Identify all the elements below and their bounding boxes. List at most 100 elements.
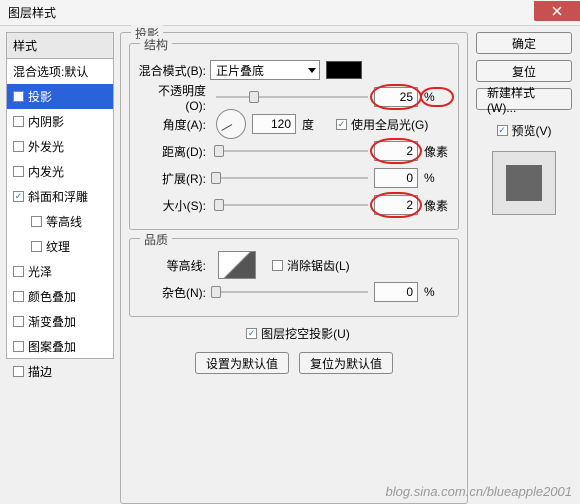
- checkbox-icon: [31, 241, 42, 252]
- preview-checkbox[interactable]: 预览(V): [497, 122, 552, 139]
- checkbox-icon: [272, 260, 283, 271]
- noise-slider[interactable]: [216, 291, 368, 293]
- shadow-color-swatch[interactable]: [326, 61, 362, 79]
- noise-row: 杂色(N): %: [138, 281, 450, 303]
- preview-label: 预览(V): [512, 122, 552, 139]
- distance-label: 距离(D):: [138, 143, 210, 160]
- spread-input[interactable]: [374, 168, 418, 188]
- spread-row: 扩展(R): %: [138, 167, 450, 189]
- size-slider[interactable]: [216, 204, 368, 206]
- styles-list: 混合选项:默认投影内阴影外发光内发光斜面和浮雕等高线纹理光泽颜色叠加渐变叠加图案…: [6, 59, 114, 359]
- spread-slider[interactable]: [216, 177, 368, 179]
- contour-label: 等高线:: [138, 257, 210, 274]
- sidebar-item-11[interactable]: 图案叠加: [7, 334, 113, 359]
- distance-input[interactable]: [374, 141, 418, 161]
- close-button[interactable]: [534, 1, 580, 21]
- sidebar-item-label: 纹理: [46, 238, 70, 255]
- sidebar-item-label: 等高线: [46, 213, 82, 230]
- noise-unit: %: [424, 285, 450, 299]
- drop-shadow-panel: 投影 结构 混合模式(B): 正片叠底 不透明度(O): %: [120, 32, 468, 504]
- distance-unit: 像素: [424, 143, 450, 160]
- structure-fieldset: 结构 混合模式(B): 正片叠底 不透明度(O): % 角度(A: [129, 43, 459, 230]
- sidebar-item-label: 光泽: [28, 263, 52, 280]
- sidebar-item-4[interactable]: 内发光: [7, 159, 113, 184]
- sidebar-item-1[interactable]: 投影: [7, 84, 113, 109]
- sidebar-item-3[interactable]: 外发光: [7, 134, 113, 159]
- size-row: 大小(S): 像素: [138, 194, 450, 216]
- dialog-body: 样式 混合选项:默认投影内阴影外发光内发光斜面和浮雕等高线纹理光泽颜色叠加渐变叠…: [0, 26, 580, 501]
- angle-label: 角度(A):: [138, 116, 210, 133]
- noise-input[interactable]: [374, 282, 418, 302]
- noise-label: 杂色(N):: [138, 284, 210, 301]
- blend-mode-value: 正片叠底: [216, 62, 264, 79]
- new-style-button[interactable]: 新建样式(W)...: [476, 88, 572, 110]
- checkbox-icon: [13, 141, 24, 152]
- knockout-checkbox[interactable]: 图层挖空投影(U): [246, 325, 350, 342]
- checkbox-icon: [13, 316, 24, 327]
- sidebar-item-8[interactable]: 光泽: [7, 259, 113, 284]
- chevron-down-icon: [308, 68, 316, 73]
- checkbox-icon: [336, 119, 347, 130]
- opacity-row: 不透明度(O): %: [138, 86, 450, 108]
- antialias-label: 消除锯齿(L): [287, 257, 350, 274]
- checkbox-icon: [13, 191, 24, 202]
- checkbox-icon: [13, 291, 24, 302]
- watermark: blog.sina.com.cn/blueapple2001: [386, 484, 572, 499]
- distance-row: 距离(D): 像素: [138, 140, 450, 162]
- structure-title: 结构: [140, 36, 172, 53]
- angle-dial[interactable]: [216, 109, 246, 139]
- sidebar-item-7[interactable]: 纹理: [7, 234, 113, 259]
- sidebar-item-label: 描边: [28, 363, 52, 380]
- reset-button[interactable]: 复位: [476, 60, 572, 82]
- contour-row: 等高线: 消除锯齿(L): [138, 254, 450, 276]
- opacity-unit: %: [424, 90, 450, 104]
- sidebar-item-10[interactable]: 渐变叠加: [7, 309, 113, 334]
- sidebar-item-0[interactable]: 混合选项:默认: [7, 59, 113, 84]
- antialias-checkbox[interactable]: 消除锯齿(L): [272, 257, 350, 274]
- checkbox-icon: [13, 341, 24, 352]
- sidebar-item-9[interactable]: 颜色叠加: [7, 284, 113, 309]
- blend-mode-select[interactable]: 正片叠底: [210, 60, 320, 80]
- checkbox-icon: [31, 216, 42, 227]
- checkbox-icon: [13, 166, 24, 177]
- opacity-slider[interactable]: [216, 96, 368, 98]
- checkbox-icon: [246, 328, 257, 339]
- global-light-label: 使用全局光(G): [351, 116, 428, 133]
- preview-box: [492, 151, 556, 215]
- distance-slider[interactable]: [216, 150, 368, 152]
- sidebar-item-label: 外发光: [28, 138, 64, 155]
- spread-label: 扩展(R):: [138, 170, 210, 187]
- checkbox-icon: [13, 366, 24, 377]
- checkbox-icon: [13, 266, 24, 277]
- checkbox-icon: [497, 125, 508, 136]
- quality-fieldset: 品质 等高线: 消除锯齿(L) 杂色(N): %: [129, 238, 459, 317]
- sidebar-item-6[interactable]: 等高线: [7, 209, 113, 234]
- blend-mode-row: 混合模式(B): 正片叠底: [138, 59, 450, 81]
- angle-input[interactable]: [252, 114, 296, 134]
- titlebar: 图层样式: [0, 0, 580, 26]
- right-column: 确定 复位 新建样式(W)... 预览(V): [474, 32, 574, 495]
- sidebar-item-5[interactable]: 斜面和浮雕: [7, 184, 113, 209]
- size-input[interactable]: [374, 195, 418, 215]
- sidebar-item-label: 内发光: [28, 163, 64, 180]
- sidebar-item-label: 渐变叠加: [28, 313, 76, 330]
- defaults-button-row: 设置为默认值 复位为默认值: [129, 352, 459, 374]
- opacity-input[interactable]: [374, 87, 418, 107]
- set-default-button[interactable]: 设置为默认值: [195, 352, 289, 374]
- ok-button[interactable]: 确定: [476, 32, 572, 54]
- global-light-checkbox[interactable]: 使用全局光(G): [336, 116, 428, 133]
- angle-unit: 度: [302, 116, 328, 133]
- sidebar-item-12[interactable]: 描边: [7, 359, 113, 384]
- knockout-label: 图层挖空投影(U): [261, 325, 350, 342]
- sidebar-item-label: 图案叠加: [28, 338, 76, 355]
- reset-default-button[interactable]: 复位为默认值: [299, 352, 393, 374]
- sidebar-item-label: 混合选项:默认: [13, 63, 88, 80]
- contour-picker[interactable]: [218, 251, 256, 279]
- sidebar-item-label: 内阴影: [28, 113, 64, 130]
- sidebar-item-2[interactable]: 内阴影: [7, 109, 113, 134]
- checkbox-icon: [13, 116, 24, 127]
- size-label: 大小(S):: [138, 197, 210, 214]
- sidebar-header: 样式: [6, 32, 114, 59]
- angle-row: 角度(A): 度 使用全局光(G): [138, 113, 450, 135]
- main-panel: 投影 结构 混合模式(B): 正片叠底 不透明度(O): %: [120, 32, 468, 495]
